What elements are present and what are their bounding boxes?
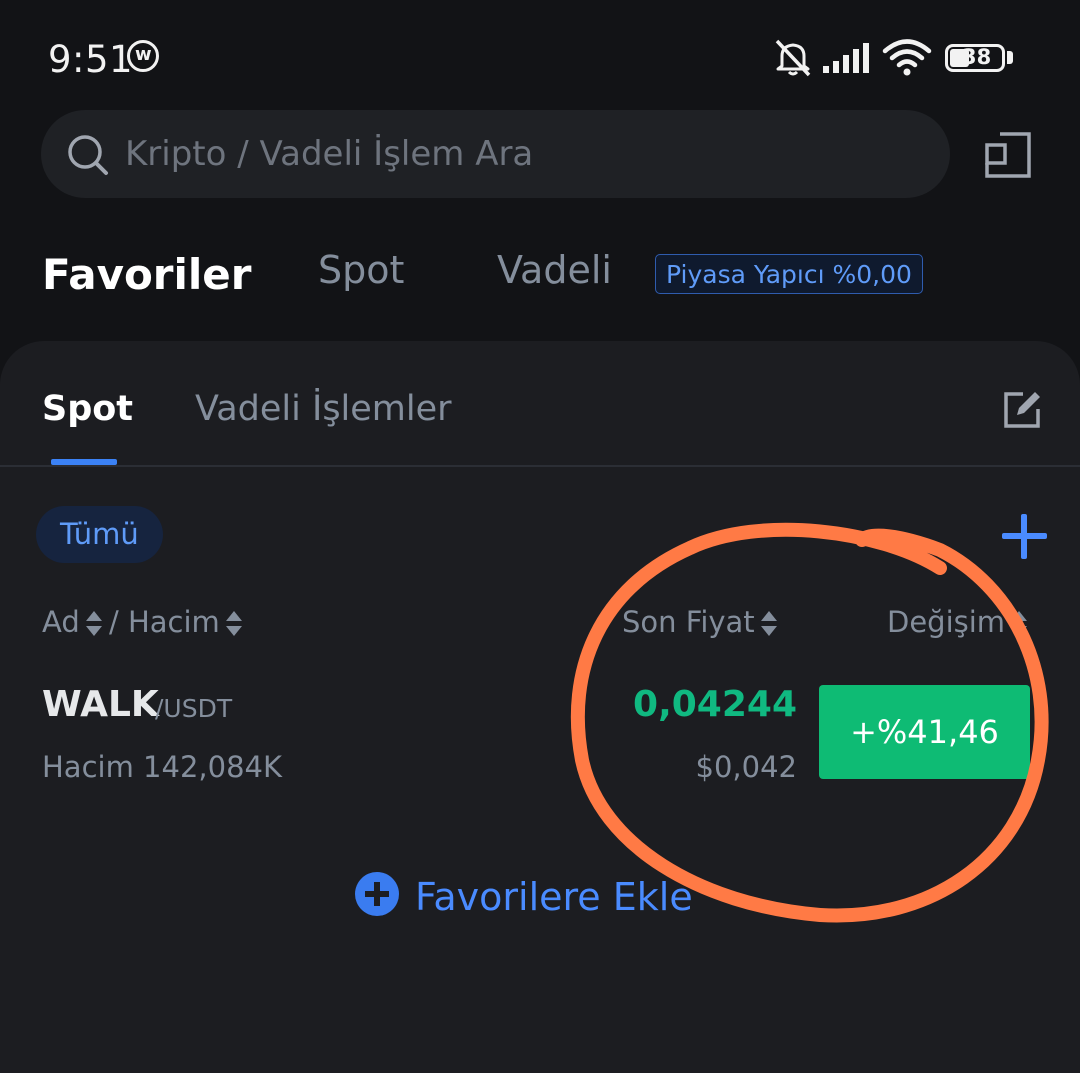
- pair-volume: Hacim 142,084K: [42, 750, 282, 784]
- tab-favorites[interactable]: Favoriler: [42, 250, 252, 299]
- filter-chip-all[interactable]: Tümü: [36, 506, 163, 563]
- battery-level: 38: [962, 45, 992, 69]
- app-notification-icon: w: [127, 40, 159, 72]
- add-favorites-button[interactable]: Favorilere Ekle: [355, 870, 693, 924]
- change-badge[interactable]: +%41,46: [819, 685, 1030, 779]
- edit-icon[interactable]: [1003, 391, 1041, 429]
- sort-icon[interactable]: [225, 611, 242, 637]
- sort-icon[interactable]: [85, 611, 102, 637]
- subtab-futures[interactable]: Vadeli İşlemler: [195, 389, 452, 429]
- add-icon[interactable]: [1002, 514, 1047, 559]
- wifi-icon: [882, 39, 932, 76]
- column-name-label: Ad: [42, 605, 80, 639]
- tabs-divider: [0, 465, 1080, 467]
- battery-tip: [1007, 51, 1013, 64]
- sort-icon[interactable]: [1011, 611, 1028, 637]
- search-bar[interactable]: [41, 110, 950, 198]
- scan-icon[interactable]: [985, 132, 1031, 178]
- column-header-change[interactable]: Değişim: [887, 605, 1028, 639]
- column-header-last-price[interactable]: Son Fiyat: [622, 605, 777, 639]
- status-time: 9:51: [48, 38, 134, 81]
- status-bar: 9:51 w 38: [0, 0, 1080, 110]
- sort-icon[interactable]: [760, 611, 777, 637]
- search-icon: [68, 135, 108, 175]
- column-change-label: Değişim: [887, 605, 1006, 639]
- add-favorites-label: Favorilere Ekle: [415, 875, 693, 919]
- market-maker-badge[interactable]: Piyasa Yapıcı %0,00: [655, 254, 923, 294]
- tab-spot[interactable]: Spot: [318, 248, 404, 292]
- tab-futures[interactable]: Vadeli: [497, 248, 612, 292]
- signal-icon: [823, 43, 869, 73]
- bell-muted-icon: [775, 39, 811, 77]
- last-price-usd: $0,042: [695, 750, 797, 784]
- column-separator: /: [108, 605, 119, 639]
- pair-base: WALK: [42, 684, 159, 725]
- pair-quote: /USDT: [155, 694, 233, 723]
- battery-icon: 38: [945, 44, 1005, 72]
- column-volume-label: Hacim: [127, 605, 220, 639]
- column-price-label: Son Fiyat: [622, 605, 755, 639]
- plus-circle-icon: [355, 872, 399, 916]
- search-input[interactable]: [125, 110, 925, 198]
- last-price: 0,04244: [633, 684, 797, 725]
- column-header-name-volume[interactable]: Ad / Hacim: [42, 605, 242, 639]
- subtab-spot[interactable]: Spot: [42, 389, 133, 429]
